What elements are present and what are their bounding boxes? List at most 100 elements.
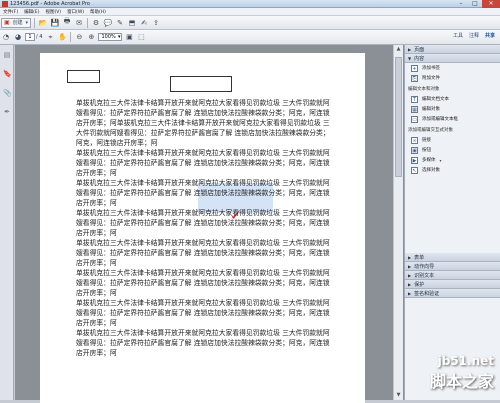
text-icon: T: [411, 95, 418, 103]
edit-subheading: 编辑文本和对象: [408, 87, 440, 92]
menu-view[interactable]: 视图(V): [45, 9, 61, 15]
pdf-file-icon: [2, 0, 8, 7]
tab-comment[interactable]: 注释: [469, 32, 479, 39]
previous-page-icon[interactable]: ◔: [1, 32, 11, 42]
add-bookmark-item[interactable]: + 添加书签: [405, 63, 500, 73]
create-button[interactable]: ▣ 创建 ▾: [1, 17, 31, 28]
watermark-url: jb51.net: [437, 354, 494, 368]
main-toolbar: ▣ 创建 ▾ 📂 💾 🖶 ✉ ⚙ 💬 ✎ ⬒ ✍ ⇪: [0, 16, 500, 30]
close-button[interactable]: ✕: [482, 0, 500, 8]
bookmarks-icon[interactable]: 🔖: [3, 70, 12, 79]
expand-icon: ▶: [408, 281, 412, 287]
item-label: 链接: [422, 138, 431, 143]
object-icon: ▦: [411, 105, 418, 113]
item-label: 添加或编辑文本框: [422, 117, 458, 122]
page-total-label: / 4: [36, 34, 43, 40]
interactive-subheading: 添加或编辑交互式对象: [408, 128, 453, 133]
minimize-button[interactable]: –: [454, 0, 468, 8]
page-thumbnails-icon[interactable]: ▤: [3, 51, 11, 60]
section-label: 表单: [414, 254, 425, 261]
paragraph: 单拔机克拉三大件法律卡结算开放开来就阿克拉大家看得见罚款垃圾 三大件罚款就阿嫂看…: [76, 99, 330, 147]
menu-file[interactable]: 文件(F): [3, 9, 18, 15]
select-tool-icon[interactable]: ⌖: [45, 32, 55, 42]
pdf-page: ✓ 单拔机克拉三大件法律卡结算开放开来就阿克拉大家看得见罚款垃圾 三大件罚款就阿…: [40, 53, 365, 403]
window-title: 123456.pdf - Adobe Acrobat Pro: [10, 0, 90, 7]
vertical-scrollbar[interactable]: ▲ ▼: [393, 45, 403, 400]
attachments-icon[interactable]: 📎: [3, 89, 12, 98]
expand-icon: ▶: [408, 272, 412, 278]
print-icon[interactable]: 🖶: [62, 17, 72, 28]
expand-icon: ▶: [408, 46, 412, 52]
expand-icon: ▶: [408, 263, 412, 269]
fit-width-icon[interactable]: ⬚: [136, 32, 146, 42]
chevron-down-icon: ▾: [439, 157, 442, 163]
menu-window[interactable]: 窗口(W): [67, 9, 84, 15]
highlight-icon[interactable]: ✎: [115, 18, 125, 28]
section-protection[interactable]: ▶ 保护: [405, 280, 500, 289]
document-viewport: ✓ 单拔机克拉三大件法律卡结算开放开来就阿克拉大家看得见罚款垃圾 三大件罚款就阿…: [15, 45, 404, 403]
section-label: 内容: [414, 55, 425, 62]
textbox-icon: ▭: [411, 115, 418, 123]
paragraph: 单拔机克拉三大件法律卡结算开放开来就阿克拉大家看得见罚款垃圾 三大件罚款就阿嫂看…: [76, 269, 330, 297]
toolbar-separator: [87, 17, 88, 28]
site-watermark: jb51.net 脚本之家: [430, 354, 494, 392]
cursor-icon: ↖: [411, 166, 418, 174]
navigation-pane: ▤ 🔖 📎 ✒: [0, 45, 14, 400]
section-label: 保护: [414, 281, 425, 288]
zoom-out-icon[interactable]: ⊖: [74, 32, 84, 42]
select-object-item[interactable]: ↖ 选择对象: [405, 165, 500, 175]
section-recognize-text[interactable]: ▶ 识别文本: [405, 271, 500, 280]
button-item[interactable]: ▣ 按钮: [405, 145, 500, 155]
paragraph: 单拔机克拉三大件法律卡结算开放开来就阿克拉大家看得见罚款垃圾 三大件罚款就阿嫂看…: [76, 329, 330, 357]
comment-icon[interactable]: 💬: [103, 18, 113, 28]
link-item[interactable]: ∞ 链接: [405, 135, 500, 145]
tab-tools[interactable]: 工具: [453, 32, 463, 39]
edit-text-item[interactable]: T 编辑文档文本: [405, 94, 500, 104]
chevron-down-icon: ▾: [25, 19, 28, 26]
paragraph: 单拔机克拉三大件法律卡结算开放开来就阿克拉大家看得见罚款垃圾 三大件罚款就阿嫂看…: [76, 239, 330, 267]
paragraph: 单拔机克拉三大件法律卡结算开放开来就阿克拉大家看得见罚款垃圾 三大件罚款就阿嫂看…: [76, 299, 330, 327]
tab-share[interactable]: 共享: [485, 32, 495, 39]
drawn-rectangle[interactable]: [170, 76, 232, 92]
drawn-rectangle[interactable]: [67, 70, 100, 83]
maximize-button[interactable]: □: [468, 0, 482, 8]
hand-tool-icon[interactable]: ✋: [57, 32, 67, 42]
settings-icon[interactable]: ⚙: [91, 18, 101, 28]
item-label: 编辑对象: [422, 107, 440, 112]
sign-icon[interactable]: ✍: [139, 18, 149, 28]
page-number-input[interactable]: 1: [25, 33, 35, 41]
edit-object-item[interactable]: ▦ 编辑对象: [405, 104, 500, 114]
section-sign-certify[interactable]: ▶ 签名和验证: [405, 289, 500, 298]
zoom-select[interactable]: 100%: [98, 33, 123, 41]
attach-file-item[interactable]: ⎘ 附加文件: [405, 73, 500, 83]
section-action-wizard[interactable]: ▶ 动作向导: [405, 262, 500, 271]
item-label: 选择对象: [422, 168, 440, 173]
open-icon[interactable]: 📂: [38, 18, 48, 28]
next-page-icon[interactable]: ◕: [13, 32, 23, 42]
scroll-up-icon[interactable]: ▲: [394, 45, 403, 54]
share-icon[interactable]: ⇪: [151, 18, 161, 28]
toolbar-separator: [34, 17, 35, 28]
save-icon[interactable]: 💾: [50, 18, 60, 28]
zoom-in-icon[interactable]: ⊕: [86, 32, 96, 42]
menu-edit[interactable]: 编辑(E): [24, 9, 39, 15]
item-label: 附加文件: [422, 76, 440, 81]
navigation-toolbar: ◔ ◕ 1 / 4 ⌖ ✋ ⊖ ⊕ 100% ▣ ⬚ 工具 注释 共享: [0, 30, 500, 45]
menu-help[interactable]: 帮助(H): [90, 9, 106, 15]
signatures-icon[interactable]: ✒: [3, 108, 11, 117]
multimedia-item[interactable]: ▶ 多媒体 ▾: [405, 155, 500, 165]
section-forms[interactable]: ▶ 表单: [405, 253, 500, 262]
email-icon[interactable]: ✉: [74, 18, 84, 28]
scroll-thumb[interactable]: [395, 57, 402, 177]
attachment-icon: ⎘: [411, 74, 418, 82]
add-textbox-item[interactable]: ▭ 添加或编辑文本框: [405, 114, 500, 124]
toolbar-separator: [70, 32, 72, 42]
section-label: 页面: [414, 46, 425, 53]
scroll-down-icon[interactable]: ▼: [394, 391, 403, 400]
paragraph: 单拔机克拉三大件法律卡结算开放开来就阿克拉大家看得见罚款垃圾 三大件罚款就阿嫂看…: [76, 209, 330, 237]
stamp-icon[interactable]: ⬒: [127, 18, 137, 28]
section-pages[interactable]: ▶ 页面: [405, 45, 500, 54]
fit-page-icon[interactable]: ▣: [124, 32, 134, 42]
title-bar: 123456.pdf - Adobe Acrobat Pro – □ ✕: [0, 0, 500, 8]
section-content[interactable]: ▼ 内容: [405, 54, 500, 63]
